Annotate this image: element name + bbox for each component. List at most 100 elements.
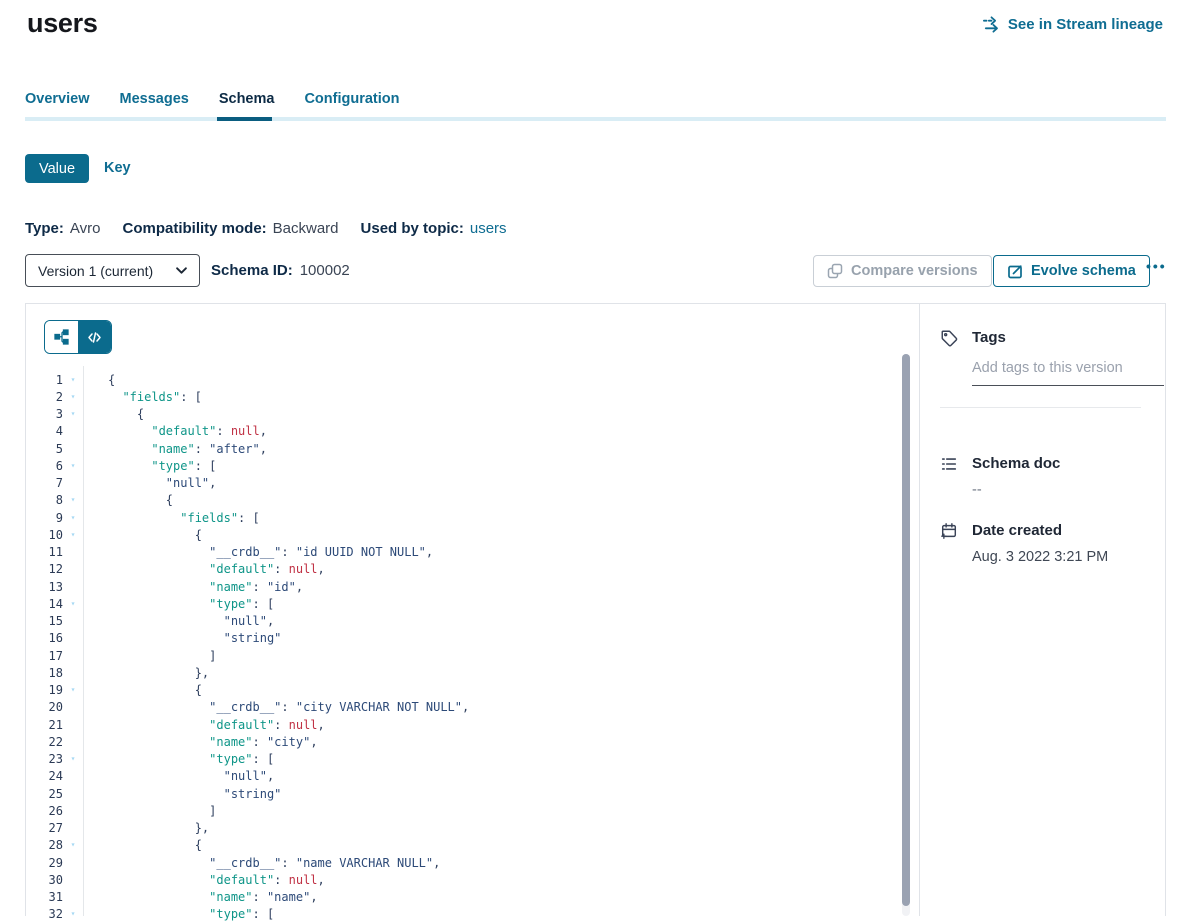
code-text: "type": [ xyxy=(83,597,274,611)
code-token: { xyxy=(195,683,202,697)
schema-page: { "page": { "title": "users" }, "header"… xyxy=(0,0,1189,916)
code-token: : [ xyxy=(180,390,202,404)
code-token: , xyxy=(426,545,433,559)
fold-arrow-icon[interactable]: ▾ xyxy=(63,496,83,504)
code-token: , xyxy=(433,856,440,870)
fold-arrow-icon[interactable]: ▾ xyxy=(63,910,83,918)
used-by-topic-link[interactable]: users xyxy=(470,220,507,237)
chevron-down-icon xyxy=(176,267,187,274)
code-token: : [ xyxy=(238,511,260,525)
line-number: 2 xyxy=(26,390,63,404)
tab-schema[interactable]: Schema xyxy=(219,91,275,119)
value-toggle-button[interactable]: Value xyxy=(25,154,89,183)
fold-arrow-icon[interactable]: ▾ xyxy=(63,462,83,470)
code-token: "city" xyxy=(267,735,310,749)
version-select-value: Version 1 (current) xyxy=(38,263,153,279)
code-token: , xyxy=(209,476,216,490)
code-line: 10▾{ xyxy=(26,526,919,543)
code-line: 26] xyxy=(26,802,919,819)
compatibility-value: Backward xyxy=(273,220,339,237)
line-number: 5 xyxy=(26,442,63,456)
more-options-button[interactable]: ••• xyxy=(1146,258,1167,274)
line-number: 20 xyxy=(26,700,63,714)
sidebar-divider xyxy=(940,407,1141,408)
fold-arrow-icon[interactable]: ▾ xyxy=(63,376,83,384)
evolve-schema-button[interactable]: Evolve schema xyxy=(993,255,1150,287)
see-in-stream-lineage-link[interactable]: See in Stream lineage xyxy=(982,15,1163,34)
page-title: users xyxy=(27,8,98,39)
compare-versions-button[interactable]: Compare versions xyxy=(813,255,992,287)
line-number: 22 xyxy=(26,735,63,749)
fold-arrow-icon[interactable]: ▾ xyxy=(63,531,83,539)
code-editor-lines: 1▾{2▾"fields": [3▾{4"default": null,5"na… xyxy=(26,371,919,923)
line-number: 1 xyxy=(26,373,63,387)
fold-arrow-icon[interactable]: ▾ xyxy=(63,600,83,608)
line-number: 30 xyxy=(26,873,63,887)
code-text: "default": null, xyxy=(83,873,325,887)
code-token: "id UUID NOT NULL" xyxy=(296,545,426,559)
code-token: ] xyxy=(209,804,216,818)
tab-underline-track xyxy=(25,117,1166,121)
fold-arrow-icon[interactable]: ▾ xyxy=(63,755,83,763)
version-select[interactable]: Version 1 (current) xyxy=(25,254,200,287)
line-number: 7 xyxy=(26,476,63,490)
compatibility-label: Compatibility mode: xyxy=(122,220,266,237)
code-text: "default": null, xyxy=(83,562,325,576)
used-by-topic-label: Used by topic: xyxy=(361,220,464,237)
code-text: "type": [ xyxy=(83,907,274,921)
code-line: 23▾"type": [ xyxy=(26,751,919,768)
code-line: 8▾{ xyxy=(26,492,919,509)
code-line: 24"null", xyxy=(26,768,919,785)
line-number: 29 xyxy=(26,856,63,870)
code-token: { xyxy=(195,838,202,852)
tab-messages[interactable]: Messages xyxy=(120,91,189,119)
code-view-button[interactable] xyxy=(78,321,111,353)
code-token: : xyxy=(274,718,288,732)
fold-arrow-icon[interactable]: ▾ xyxy=(63,514,83,522)
line-number: 10 xyxy=(26,528,63,542)
fold-arrow-icon[interactable]: ▾ xyxy=(63,393,83,401)
fold-arrow-icon[interactable]: ▾ xyxy=(63,841,83,849)
code-token: "name" xyxy=(209,580,252,594)
see-in-stream-lineage-label: See in Stream lineage xyxy=(1008,16,1163,33)
code-text: ] xyxy=(83,804,216,818)
code-token: , xyxy=(267,614,274,628)
code-token: "name" xyxy=(151,442,194,456)
scrollbar[interactable] xyxy=(902,354,910,906)
date-created-value: Aug. 3 2022 3:21 PM xyxy=(972,549,1153,565)
code-token: "id" xyxy=(267,580,296,594)
code-token: , xyxy=(462,700,469,714)
code-line: 13 "name": "id", xyxy=(26,578,919,595)
schema-panel: 1▾{2▾"fields": [3▾{4"default": null,5"na… xyxy=(25,303,1166,916)
code-token: "type" xyxy=(209,752,252,766)
line-number: 11 xyxy=(26,545,63,559)
code-token: : xyxy=(253,580,267,594)
tree-view-button[interactable] xyxy=(45,321,78,353)
key-toggle-button[interactable]: Key xyxy=(104,160,131,176)
add-tags-input[interactable] xyxy=(972,353,1164,386)
tab-overview[interactable]: Overview xyxy=(25,91,90,119)
code-token: , xyxy=(296,580,303,594)
code-text: "__crdb__": "city VARCHAR NOT NULL", xyxy=(83,700,469,714)
tab-configuration[interactable]: Configuration xyxy=(304,91,399,119)
code-token: "__crdb__" xyxy=(209,700,281,714)
code-token: }, xyxy=(195,821,209,835)
line-number: 12 xyxy=(26,562,63,576)
code-line: 7"null", xyxy=(26,475,919,492)
edit-icon xyxy=(1007,263,1023,279)
fold-arrow-icon[interactable]: ▾ xyxy=(63,686,83,694)
code-token: "type" xyxy=(209,907,252,921)
code-line: 29 "__crdb__": "name VARCHAR NULL", xyxy=(26,854,919,871)
code-text: "__crdb__": "name VARCHAR NULL", xyxy=(83,856,440,870)
schema-view-toggle xyxy=(44,320,112,354)
code-token: null xyxy=(289,873,318,887)
date-created-title: Date created xyxy=(972,521,1153,541)
code-text: "null", xyxy=(83,614,274,628)
code-text: { xyxy=(83,373,115,387)
fold-arrow-icon[interactable]: ▾ xyxy=(63,410,83,418)
code-token: "type" xyxy=(209,597,252,611)
line-number: 13 xyxy=(26,580,63,594)
code-line: 18}, xyxy=(26,664,919,681)
code-token: , xyxy=(310,735,317,749)
type-value: Avro xyxy=(70,220,101,237)
